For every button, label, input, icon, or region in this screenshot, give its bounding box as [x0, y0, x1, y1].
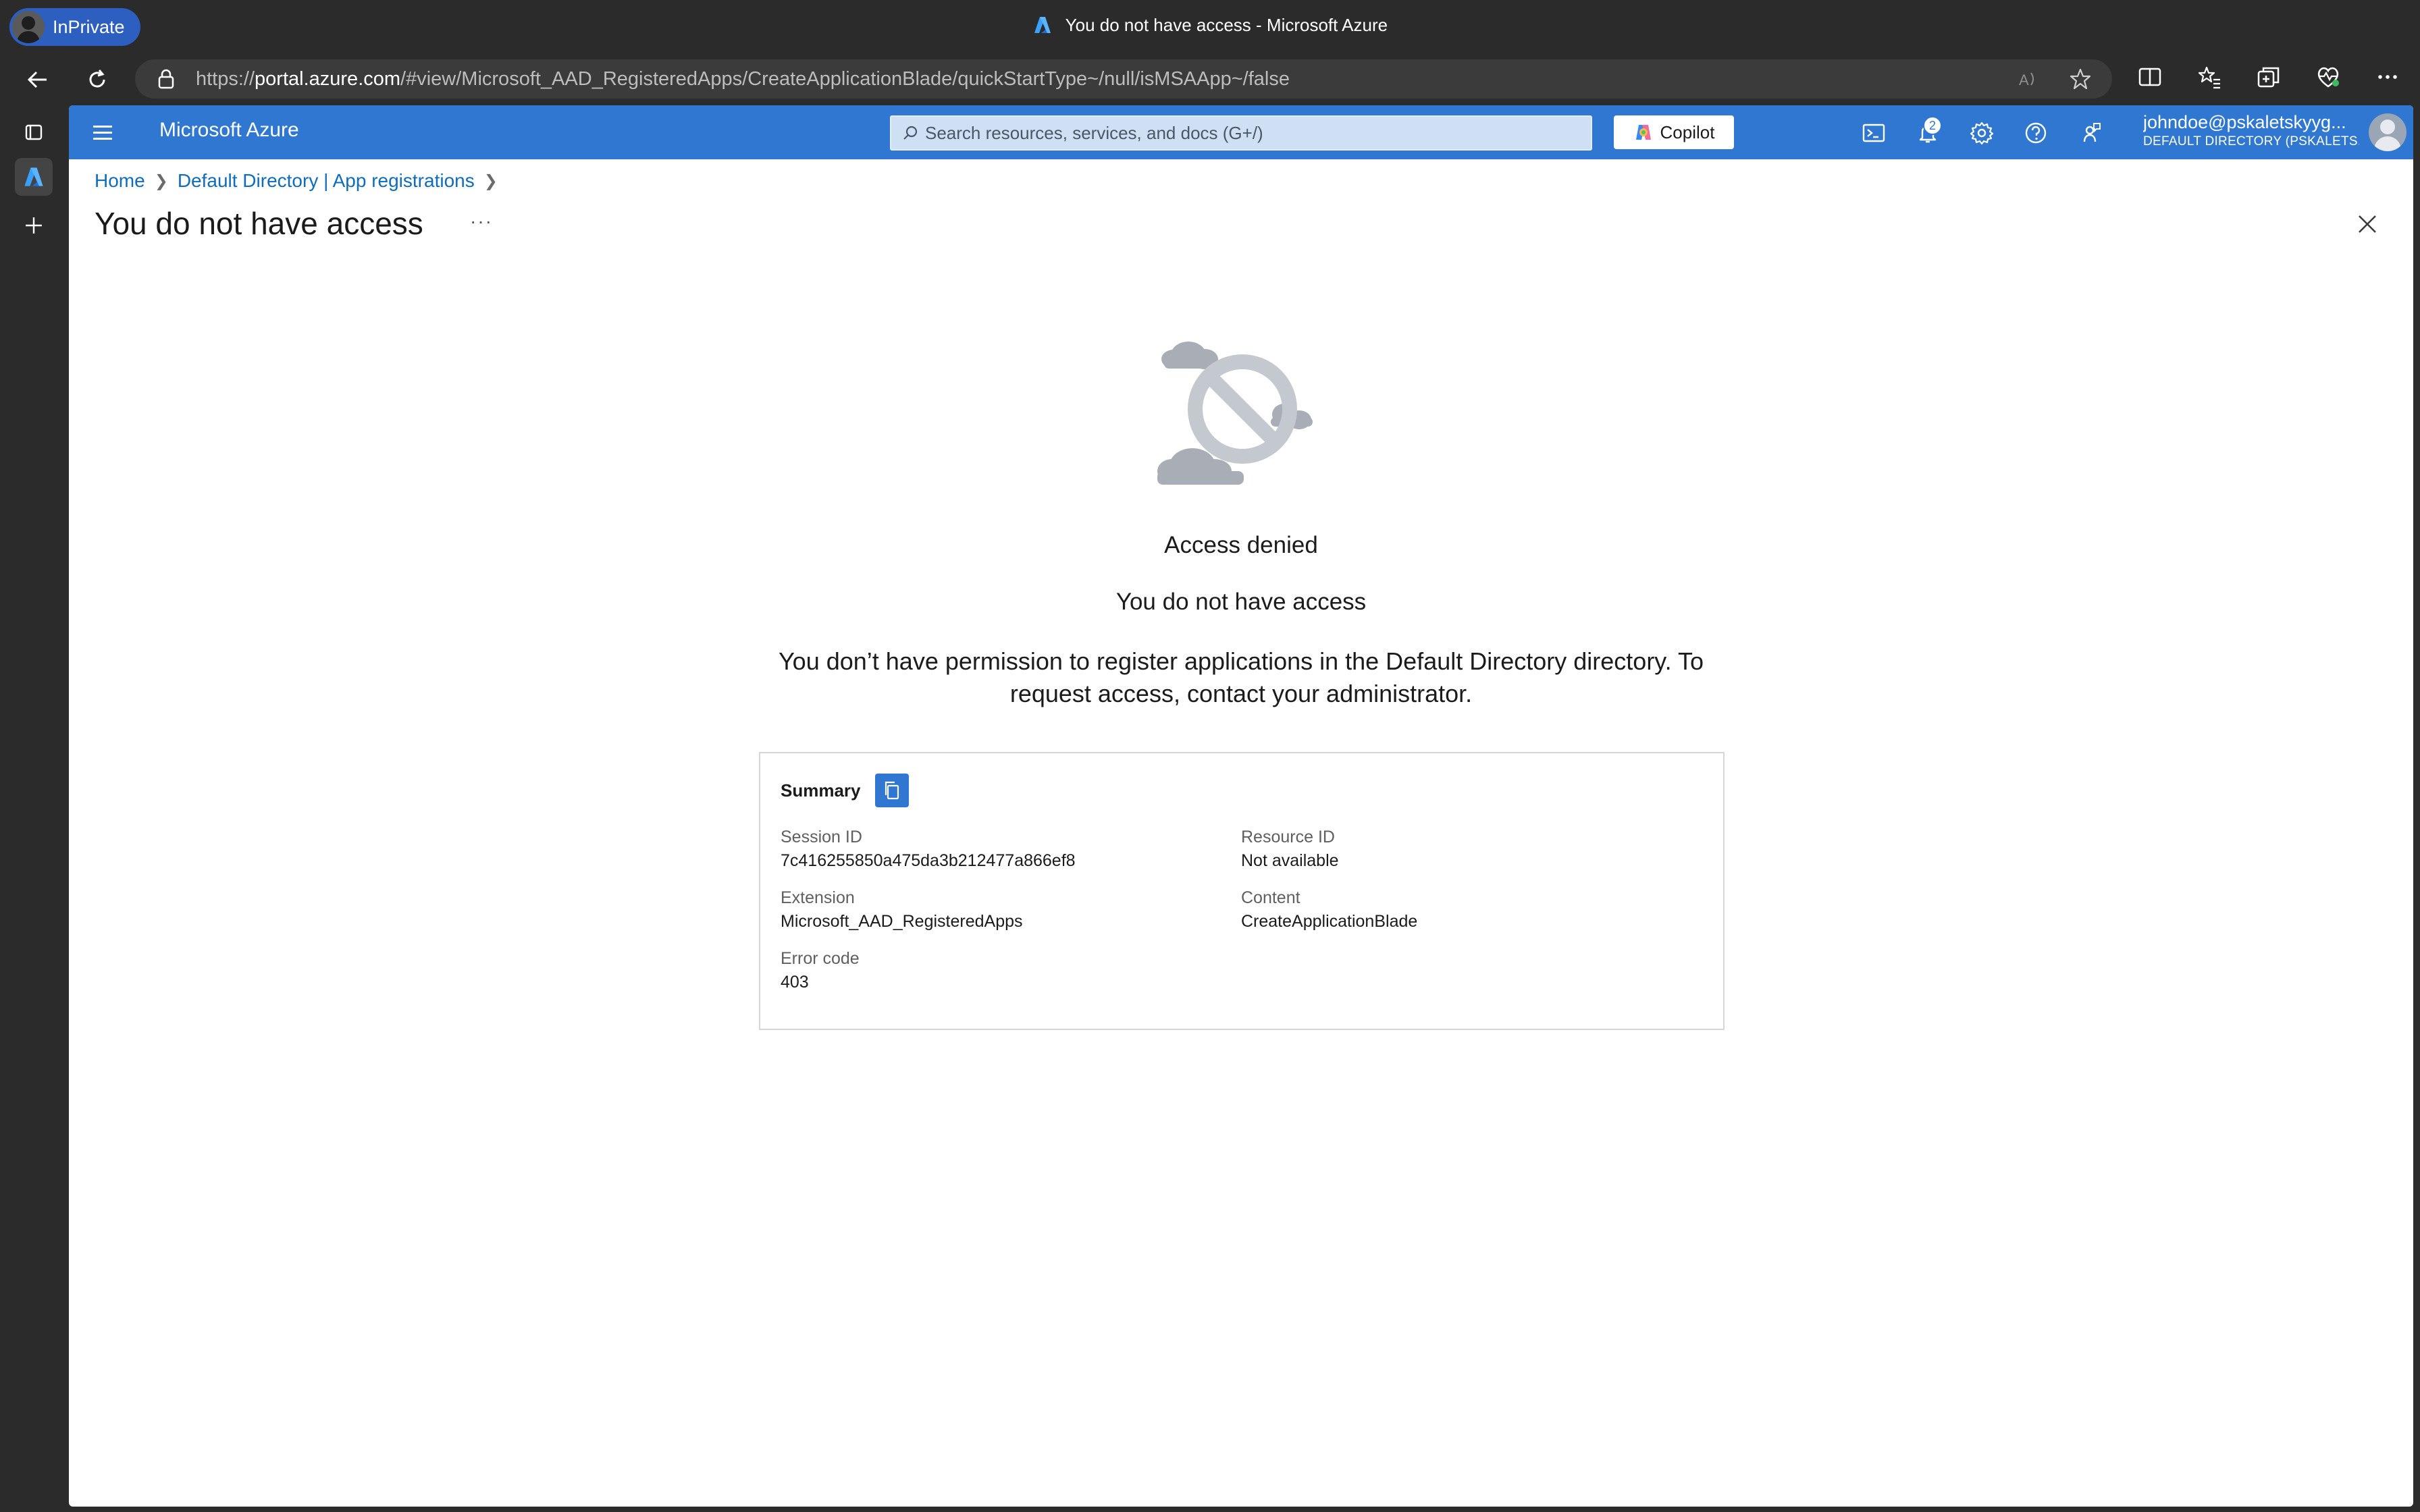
- back-button[interactable]: [22, 63, 54, 96]
- svg-text:A: A: [2019, 72, 2029, 88]
- cloud-shell-button[interactable]: [1858, 117, 1889, 148]
- azure-logo-icon: [1034, 17, 1051, 33]
- resource-id-label: Resource ID: [1241, 828, 1335, 846]
- session-id-value: 7c416255850a475da3b212477a866ef8: [781, 851, 1076, 870]
- resource-id-value: Not available: [1241, 851, 1339, 870]
- error-code-value: 403: [781, 973, 809, 992]
- extension-value: Microsoft_AAD_RegisteredApps: [781, 912, 1023, 931]
- address-bar[interactable]: https://portal.azure.com/#view/Microsoft…: [135, 59, 2112, 99]
- refresh-button[interactable]: [81, 63, 113, 96]
- extension-label: Extension: [781, 888, 855, 907]
- notifications-button[interactable]: 2: [1912, 116, 1943, 148]
- cloud-shell-icon: [1862, 124, 1885, 142]
- help-button[interactable]: [2020, 117, 2051, 148]
- lock-icon: [158, 69, 174, 89]
- chevron-right-icon: ❯: [154, 171, 168, 190]
- tab-title: You do not have access - Microsoft Azure: [0, 15, 2420, 36]
- access-denied-illustration: [1157, 342, 1313, 485]
- content-label: Content: [1241, 888, 1300, 907]
- avatar[interactable]: [2369, 113, 2406, 151]
- account-info[interactable]: johndoe@pskaletskyyg... DEFAULT DIRECTOR…: [2143, 112, 2359, 149]
- azure-portal: Microsoft Azure Search resources, servic…: [69, 105, 2413, 1507]
- copilot-label: Copilot: [1660, 122, 1715, 142]
- copilot-icon: [1635, 125, 1651, 140]
- user-directory: DEFAULT DIRECTORY (PSKALETS...: [2143, 134, 2359, 148]
- portal-brand[interactable]: Microsoft Azure: [159, 119, 299, 142]
- user-email: johndoe@pskaletskyyg...: [2143, 112, 2346, 132]
- feedback-icon: [2083, 123, 2101, 142]
- help-icon: [2025, 122, 2047, 144]
- page-title: You do not have access: [95, 206, 423, 241]
- session-id-field: Session ID 7c416255850a475da3b212477a866…: [781, 828, 1076, 871]
- tab-actions-icon: [25, 124, 43, 140]
- content-value: CreateApplicationBlade: [1241, 912, 1418, 931]
- error-code-field: Error code 403: [781, 949, 860, 992]
- favorites-icon[interactable]: [2196, 63, 2223, 90]
- breadcrumb-home-link[interactable]: Home: [95, 170, 145, 192]
- url-text: https://portal.azure.com/#view/Microsoft…: [196, 68, 1290, 90]
- portal-menu-button[interactable]: [89, 119, 116, 146]
- error-code-label: Error code: [781, 949, 860, 968]
- favorite-star-icon[interactable]: [2069, 68, 2092, 90]
- access-denied-heading: Access denied: [1164, 532, 1318, 558]
- breadcrumb: Home ❯ Default Directory | App registrat…: [95, 170, 507, 192]
- permission-message: You don’t have permission to register ap…: [778, 647, 1704, 707]
- extension-field: Extension Microsoft_AAD_RegisteredApps: [781, 888, 1023, 932]
- tab-actions-button[interactable]: [15, 113, 53, 151]
- browser-titlebar: InPrivate You do not have access - Micro…: [0, 0, 2420, 53]
- settings-more-icon[interactable]: [2374, 63, 2401, 90]
- gear-icon: [1970, 122, 1994, 145]
- azure-tab-icon: [24, 167, 43, 186]
- browser-essentials-icon[interactable]: [2315, 63, 2342, 90]
- refresh-icon: [89, 70, 105, 88]
- tab-azure[interactable]: [15, 158, 53, 196]
- new-tab-button[interactable]: [15, 207, 53, 244]
- search-placeholder: Search resources, services, and docs (G+…: [925, 122, 1263, 143]
- copy-summary-button[interactable]: [875, 774, 909, 807]
- feedback-button[interactable]: [2074, 117, 2105, 148]
- url-prefix: https://: [196, 68, 255, 90]
- copilot-button[interactable]: Copilot: [1614, 115, 1734, 149]
- read-aloud-icon[interactable]: A: [2018, 69, 2038, 89]
- no-access-heading: You do not have access: [1115, 589, 1367, 615]
- url-path: /#view/Microsoft_AAD_RegisteredApps/Crea…: [400, 68, 1290, 90]
- collections-icon[interactable]: [2255, 63, 2282, 90]
- back-arrow-icon: [27, 71, 47, 88]
- browser-navbar: https://portal.azure.com/#view/Microsoft…: [0, 53, 2420, 105]
- copy-icon: [885, 781, 899, 800]
- close-icon[interactable]: [2354, 211, 2381, 238]
- session-id-label: Session ID: [781, 828, 862, 846]
- portal-search-input[interactable]: Search resources, services, and docs (G+…: [890, 115, 1592, 151]
- portal-topbar: Microsoft Azure Search resources, servic…: [69, 105, 2413, 159]
- tab-title-text: You do not have access - Microsoft Azure: [1065, 15, 1388, 35]
- split-screen-icon[interactable]: [2136, 63, 2163, 90]
- resource-id-field: Resource ID Not available: [1241, 828, 1339, 871]
- vertical-tab-strip: [0, 105, 68, 1512]
- breadcrumb-directory-link[interactable]: Default Directory | App registrations: [178, 170, 475, 192]
- search-icon: [903, 126, 918, 140]
- settings-button[interactable]: [1966, 117, 1997, 148]
- more-options-button[interactable]: ···: [470, 211, 493, 232]
- notification-badge: 2: [1923, 116, 1942, 135]
- summary-title: Summary: [781, 780, 861, 801]
- error-summary-panel: Summary Session ID 7c416255850a475da3b21…: [759, 752, 1725, 1030]
- content-field: Content CreateApplicationBlade: [1241, 888, 1417, 932]
- plus-icon: [26, 217, 42, 234]
- url-host: portal.azure.com: [255, 68, 401, 90]
- chevron-right-icon: ❯: [483, 171, 498, 190]
